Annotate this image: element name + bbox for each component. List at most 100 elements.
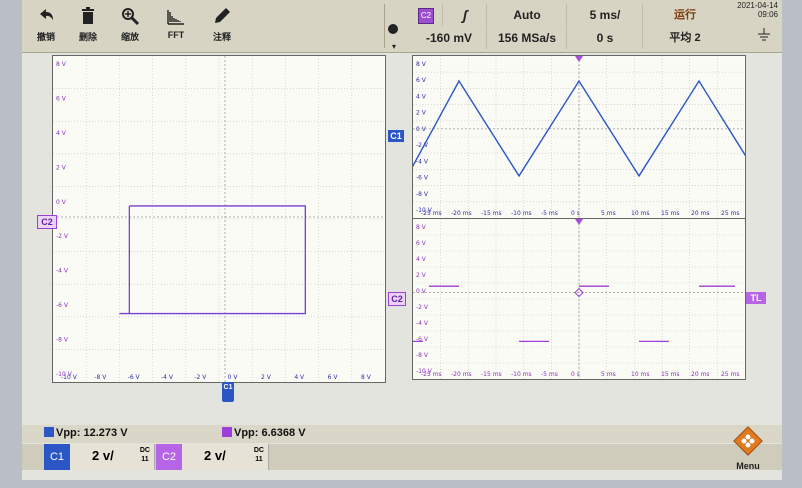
x-tick-label: 25 ms (721, 210, 740, 217)
c2-offset-marker[interactable]: C2 (388, 292, 406, 306)
x-tick-label: -5 ms (541, 371, 558, 378)
y-tick-label: -6 V (56, 302, 69, 309)
y-tick-label: 4 V (416, 93, 427, 100)
x-tick-label: 5 ms (601, 210, 616, 217)
x-tick-label: -15 ms (481, 210, 502, 217)
x-tick-label: -20 ms (451, 210, 472, 217)
xy-plot-svg: 8 V6 V4 V2 V0 V-2 V-4 V-6 V-8 V-10 V-10 … (53, 56, 385, 382)
sample-rate[interactable]: 156 MSa/s (486, 27, 567, 49)
c2-vpp: Vpp: 6.6368 V (234, 427, 306, 439)
trigger-channel-badge[interactable]: C2 (418, 8, 434, 24)
c1-coupling: DC 11 (140, 446, 150, 464)
chevron-down-icon: ▾ (392, 42, 397, 51)
y-tick-label: 8 V (56, 61, 67, 68)
y-tick-label: -4 V (56, 268, 69, 275)
pencil-icon (215, 8, 230, 23)
c2-coupling: DC 11 (254, 446, 264, 464)
c1-bw-text: 11 (141, 456, 149, 463)
menu-button[interactable]: Menu (728, 426, 768, 471)
zoom-icon (122, 8, 140, 26)
annotate-button[interactable]: 注释 (202, 6, 242, 50)
menu-icon (733, 426, 763, 456)
xy-trace (119, 205, 306, 315)
y-tick-label: -2 V (56, 233, 69, 240)
toolbar: 撤销 删除 缩放 FFT 注释 ▾ C2 ʃ Auto 5 ms/ 运行 202… (22, 0, 782, 53)
y-tick-label: 6 V (56, 95, 67, 102)
yt-upper-plot[interactable]: 8 V6 V4 V2 V0 V -2 V -4 V -6 V -8 V -10 V -25 … (410, 55, 748, 219)
x-tick-label: -10 V (61, 374, 78, 381)
channel-bar: C1 2 v/ DC 11 C2 2 v/ DC 11 (22, 444, 782, 470)
y-tick-label: -2 V (416, 304, 429, 311)
xy-x-marker-icon[interactable]: C1 (222, 382, 234, 402)
x-tick-label: 20 ms (691, 210, 710, 217)
fft-button[interactable]: FFT (156, 6, 196, 50)
x-tick-label: 8 V (361, 374, 372, 381)
c1-coupling-text: DC (139, 447, 150, 454)
trigger-level-marker[interactable]: TL (746, 292, 766, 304)
yt-upper-svg: 8 V6 V4 V2 V0 V-2 V-4 V-6 V-8 V-10 V-25 … (410, 56, 748, 218)
delete-label: 删除 (78, 32, 97, 42)
measurement-bar: Vpp: 12.273 V Vpp: 6.6368 V (22, 425, 782, 443)
trigger-edge-icon[interactable]: ʃ (442, 4, 487, 26)
ground-icon (758, 28, 770, 41)
y-tick-label: 4 V (56, 130, 67, 137)
x-tick-label: -5 ms (541, 210, 558, 217)
acquire-mode[interactable]: 平均 2 (642, 27, 727, 49)
x-tick-label: 10 ms (631, 210, 650, 217)
y-tick-label: 0 V (416, 288, 427, 295)
c1-measurement[interactable]: Vpp: 12.273 V (44, 427, 128, 439)
xy-plot[interactable]: 8 V6 V4 V2 V0 V -2 V -4 V -6 V -8 V -10 V -10 … (52, 55, 386, 383)
trash-icon (82, 7, 94, 24)
x-tick-label: 15 ms (661, 210, 680, 217)
channel-c1[interactable]: C1 2 v/ DC 11 (44, 444, 155, 470)
x-tick-label: 20 ms (691, 371, 710, 378)
y-tick-label: -4 V (416, 158, 429, 165)
x-tick-label: -20 ms (451, 371, 472, 378)
c1-offset-marker[interactable]: C1 (388, 130, 404, 142)
x-tick-label: 10 ms (631, 371, 650, 378)
fft-icon (167, 10, 184, 25)
delete-button[interactable]: 删除 (68, 6, 108, 50)
run-indicator-icon (388, 24, 398, 34)
x-tick-label: -8 V (94, 374, 107, 381)
c2-measurement[interactable]: Vpp: 6.6368 V (222, 427, 306, 439)
timebase-value[interactable]: 5 ms/ (566, 4, 643, 26)
time-text: 09:06 (757, 10, 778, 19)
y-tick-label: 8 V (416, 224, 427, 231)
trigger-position-icon (575, 219, 583, 225)
x-tick-label: -6 V (128, 374, 141, 381)
trigger-mode[interactable]: Auto (486, 4, 567, 26)
run-state[interactable]: 运行 (642, 4, 727, 26)
c1-scale: 2 v/ (92, 448, 114, 463)
c1-color-swatch (44, 427, 54, 437)
y-tick-label: 2 V (56, 164, 67, 171)
y-tick-label: 8 V (416, 61, 427, 68)
trigger-level[interactable]: -160 mV (412, 27, 486, 49)
undo-button[interactable]: 撤销 (26, 6, 66, 50)
xy-c2-marker[interactable]: C2 (37, 215, 57, 229)
x-tick-label: -10 ms (511, 371, 532, 378)
x-tick-label: 6 V (328, 374, 339, 381)
undo-label: 撤销 (36, 32, 55, 42)
y-tick-label: -8 V (56, 337, 69, 344)
x-tick-label: -4 V (161, 374, 174, 381)
c2-color-swatch (222, 427, 232, 437)
c2-label: C2 (156, 444, 182, 470)
x-tick-label: -10 ms (511, 210, 532, 217)
y-tick-label: -8 V (416, 352, 429, 359)
y-tick-label: 6 V (416, 77, 427, 84)
y-tick-label: -4 V (416, 320, 429, 327)
delay-value[interactable]: 0 s (566, 27, 643, 49)
zoom-button[interactable]: 缩放 (110, 6, 150, 50)
y-tick-label: 0 V (416, 126, 427, 133)
y-tick-label: 2 V (416, 110, 427, 117)
x-tick-label: 4 V (294, 374, 305, 381)
c1-label: C1 (44, 444, 70, 470)
datetime: 2021-04-14 09:06 (730, 1, 778, 19)
yt-lower-svg: 8 V6 V4 V2 V0 V-2 V-4 V-6 V-8 V-10 V-25 … (393, 219, 745, 379)
x-tick-label: 2 V (261, 374, 272, 381)
channel-c2[interactable]: C2 2 v/ DC 11 (156, 444, 269, 470)
c2-scale: 2 v/ (204, 448, 226, 463)
x-tick-label: 5 ms (601, 371, 616, 378)
yt-lower-plot[interactable]: 8 V6 V4 V2 V0 V -2 V -4 V -6 V -8 V -10 V -25 … (393, 218, 746, 380)
